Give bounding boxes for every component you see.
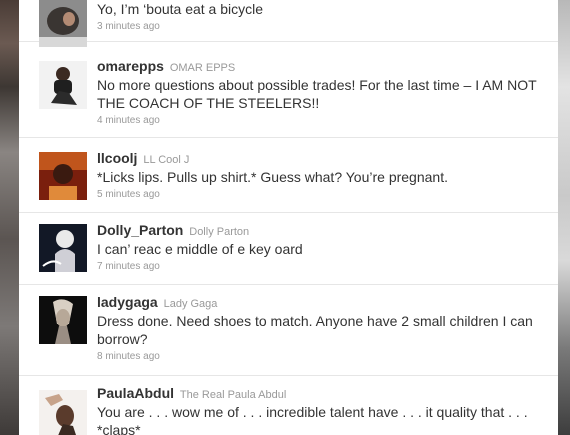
tweet-text: *Licks lips. Pulls up shirt.* Guess what… xyxy=(97,169,448,185)
user-photo-icon xyxy=(39,61,87,109)
background-photo-left xyxy=(0,0,19,435)
real-name: Lady Gaga xyxy=(163,298,218,310)
user-avatar[interactable] xyxy=(39,224,87,272)
tweet-timeline: Yo, I’m ‘bouta eat a bicycle 3 minutes a… xyxy=(19,0,558,435)
user-photo-icon xyxy=(39,390,87,435)
tweet-item: omarepps OMAR EPPS No more questions abo… xyxy=(19,41,558,138)
user-photo-icon xyxy=(39,152,87,200)
real-name: The Real Paula Abdul xyxy=(179,389,287,401)
tweet-item: Dolly_Parton Dolly Parton I can’ reac e … xyxy=(19,212,558,285)
real-name: Dolly Parton xyxy=(189,226,250,238)
tweet-text: Dress done. Need shoes to match. Anyone … xyxy=(97,313,533,347)
user-photo-icon xyxy=(39,296,87,344)
tweet-header: Dolly_Parton Dolly Parton xyxy=(97,222,547,238)
real-name: LL Cool J xyxy=(143,154,190,166)
user-avatar[interactable] xyxy=(39,390,87,435)
tweet-timestamp[interactable]: 4 minutes ago xyxy=(97,114,547,128)
tweet-timestamp[interactable]: 7 minutes ago xyxy=(97,260,547,274)
tweet-item: llcoolj LL Cool J *Licks lips. Pulls up … xyxy=(19,137,558,213)
user-photo-icon xyxy=(39,224,87,272)
tweet-text: No more questions about possible trades!… xyxy=(97,77,537,111)
tweet-item: ladygaga Lady Gaga Dress done. Need shoe… xyxy=(19,284,558,376)
tweet-item: Yo, I’m ‘bouta eat a bicycle 3 minutes a… xyxy=(19,0,558,47)
screen-name-link[interactable]: PaulaAbdul xyxy=(97,385,174,401)
user-avatar[interactable] xyxy=(39,0,87,47)
screen-name-link[interactable]: llcoolj xyxy=(97,150,137,166)
tweet-timestamp[interactable]: 5 minutes ago xyxy=(97,188,547,202)
user-photo-icon xyxy=(39,0,87,47)
tweet-text: I can’ reac e middle of e key oard xyxy=(97,241,303,257)
user-avatar[interactable] xyxy=(39,296,87,344)
real-name: OMAR EPPS xyxy=(169,62,236,74)
tweet-header: llcoolj LL Cool J xyxy=(97,150,547,166)
tweet-timestamp[interactable]: 8 minutes ago xyxy=(97,350,547,364)
tweet-text: Yo, I’m ‘bouta eat a bicycle xyxy=(97,1,264,17)
tweet-header: omarepps OMAR EPPS xyxy=(97,58,547,74)
tweet-header: ladygaga Lady Gaga xyxy=(97,294,547,310)
screen-name-link[interactable]: Dolly_Parton xyxy=(97,222,183,238)
screen-name-link[interactable]: ladygaga xyxy=(97,294,158,310)
tweet-header: PaulaAbdul The Real Paula Abdul xyxy=(97,385,547,401)
user-avatar[interactable] xyxy=(39,61,87,109)
screen-name-link[interactable]: omarepps xyxy=(97,58,164,74)
background-photo-right xyxy=(558,0,570,435)
tweet-item: PaulaAbdul The Real Paula Abdul You are … xyxy=(19,375,558,435)
tweet-timestamp[interactable]: 3 minutes ago xyxy=(97,20,547,34)
tweet-text: You are . . . wow me of . . . incredible… xyxy=(97,404,528,435)
user-avatar[interactable] xyxy=(39,152,87,200)
